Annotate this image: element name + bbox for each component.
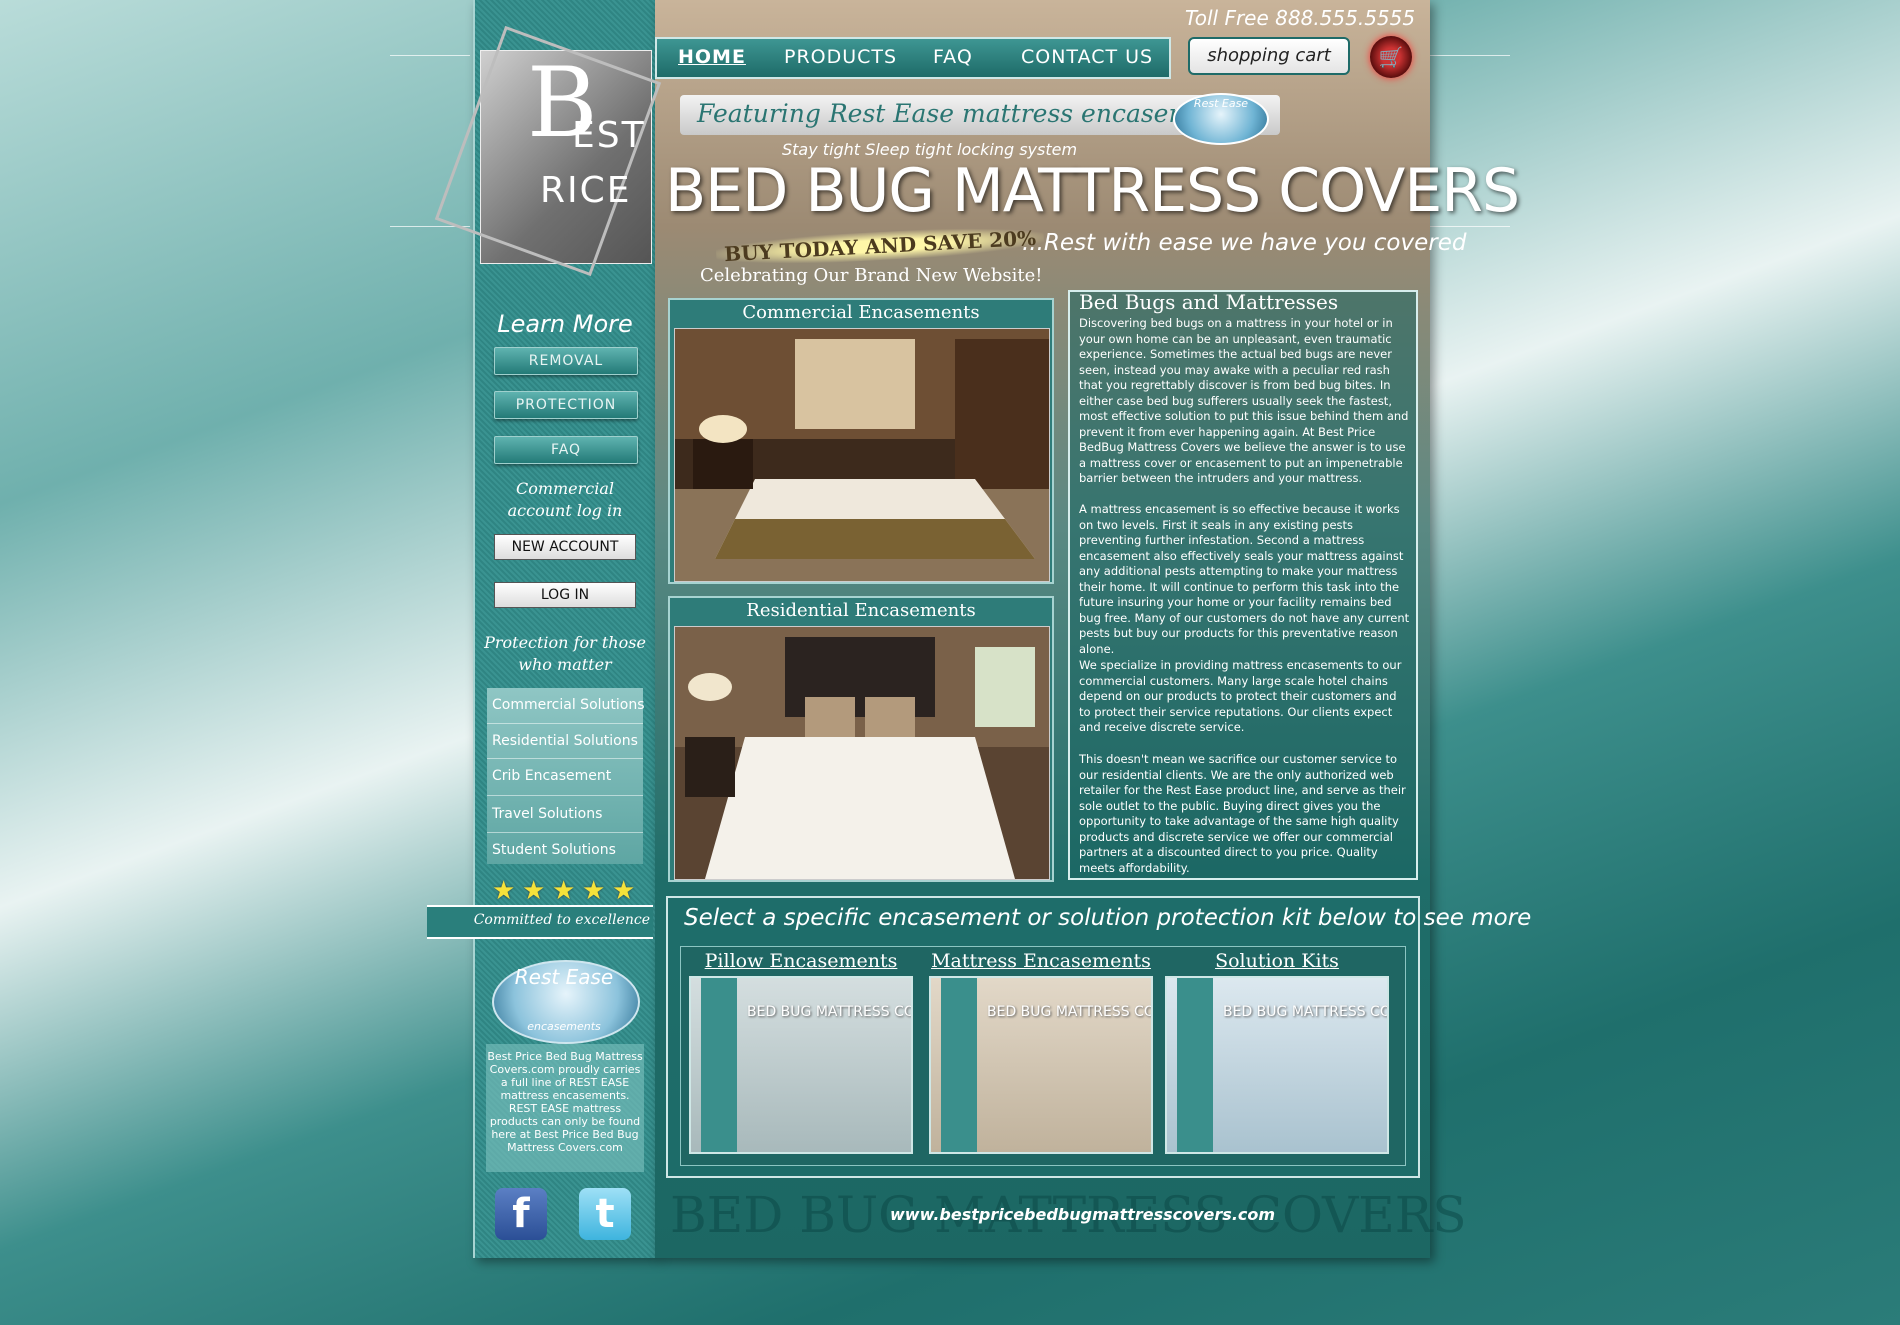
toll-free-number: Toll Free 888.555.5555: [1185, 6, 1416, 30]
log-in-button[interactable]: LOG IN: [494, 582, 636, 608]
divider: [487, 832, 643, 833]
faq-button[interactable]: FAQ: [494, 436, 638, 464]
rest-ease-badge: Rest Ease: [1173, 93, 1269, 145]
sidebar-item-residential-solutions[interactable]: Residential Solutions: [492, 733, 638, 749]
nav-contact-us[interactable]: CONTACT US: [1021, 46, 1153, 68]
star-icon: ★: [522, 876, 546, 906]
sidebar-item-student-solutions[interactable]: Student Solutions: [492, 842, 616, 858]
thumb-sidebar: [941, 978, 977, 1152]
shopping-cart-button[interactable]: shopping cart: [1188, 37, 1350, 75]
kit-thumb-pillow[interactable]: BED BUG MATTRESS COVERS: [689, 976, 913, 1154]
footer-url[interactable]: www.bestpricebedbugmattresscovers.com: [890, 1205, 1275, 1224]
article-paragraph: We specialize in providing mattress enca…: [1079, 658, 1402, 734]
logo-rice: RICE: [540, 170, 632, 211]
article-title: Bed Bugs and Mattresses: [1079, 290, 1339, 314]
learn-more-heading: Learn More: [497, 310, 633, 338]
thumb-sidebar: [701, 978, 737, 1152]
nav-products[interactable]: PRODUCTS: [784, 46, 897, 68]
article-paragraph: A mattress encasement is so effective be…: [1079, 502, 1410, 656]
thumb-title: BED BUG MATTRESS COVERS: [987, 1004, 1151, 1020]
kit-title-solution[interactable]: Solution Kits: [1162, 950, 1392, 972]
kit-title-pillow[interactable]: Pillow Encasements: [686, 950, 916, 972]
decor-line: [390, 55, 470, 56]
residential-bedroom-image[interactable]: [674, 626, 1050, 880]
nav-faq[interactable]: FAQ: [933, 46, 973, 68]
twitter-icon[interactable]: t: [579, 1188, 631, 1240]
rest-ease-info: Best Price Bed Bug Mattress Covers.com p…: [486, 1044, 644, 1172]
star-icon: ★: [612, 876, 636, 906]
thumb-title: BED BUG MATTRESS COVERS: [1223, 1004, 1387, 1020]
featuring-text: Featuring Rest Ease mattress encasements: [697, 99, 1246, 128]
kit-title-mattress[interactable]: Mattress Encasements: [926, 950, 1156, 972]
rest-ease-logo-sub: encasements: [527, 1020, 601, 1033]
sidebar-item-commercial-solutions[interactable]: Commercial Solutions: [492, 697, 645, 713]
commercial-login-heading: Commercial account log in: [507, 479, 623, 520]
cart-icon[interactable]: 🛒: [1370, 36, 1412, 78]
protection-button[interactable]: PROTECTION: [494, 391, 638, 419]
thumb-title: BED BUG MATTRESS COVERS: [747, 1004, 911, 1020]
decor-line: [390, 226, 470, 227]
celebrate-text: Celebrating Our Brand New Website!: [700, 265, 1043, 286]
new-account-button[interactable]: NEW ACCOUNT: [494, 534, 636, 560]
residential-panel-title: Residential Encasements: [746, 600, 976, 621]
star-icon: ★: [492, 876, 516, 906]
page-title: BED BUG MATTRESS COVERS: [665, 156, 1520, 226]
rest-ease-logo-text: Rest Ease: [514, 965, 614, 989]
commercial-bedroom-image[interactable]: [674, 328, 1050, 582]
sidebar-item-travel-solutions[interactable]: Travel Solutions: [492, 806, 602, 822]
divider: [487, 758, 643, 759]
select-heading: Select a specific encasement or solution…: [684, 905, 1532, 931]
kit-thumb-solution[interactable]: BED BUG MATTRESS COVERS: [1165, 976, 1389, 1154]
protection-heading: Protection for those who matter: [484, 633, 646, 674]
decor-line: [1430, 55, 1510, 56]
nav-home[interactable]: HOME: [678, 46, 746, 68]
thumb-sidebar: [1177, 978, 1213, 1152]
slogan: ...Rest with ease we have you covered: [1022, 230, 1467, 256]
logo-est: EST: [572, 115, 646, 156]
ribbon-text: Committed to excellence: [473, 912, 650, 928]
sidebar-item-crib-encasement[interactable]: Crib Encasement: [492, 768, 611, 784]
removal-button[interactable]: REMOVAL: [494, 347, 638, 375]
decor-line: [1430, 226, 1510, 227]
kit-thumb-mattress[interactable]: BED BUG MATTRESS COVERS: [929, 976, 1153, 1154]
article-paragraph: This doesn't mean we sacrifice our custo…: [1079, 752, 1406, 875]
star-icon: ★: [582, 876, 606, 906]
commercial-panel-title: Commercial Encasements: [742, 302, 980, 323]
divider: [487, 723, 643, 724]
facebook-icon[interactable]: f: [495, 1188, 547, 1240]
article-paragraph: Discovering bed bugs on a mattress in yo…: [1079, 316, 1409, 485]
divider: [487, 795, 643, 796]
star-icon: ★: [552, 876, 576, 906]
